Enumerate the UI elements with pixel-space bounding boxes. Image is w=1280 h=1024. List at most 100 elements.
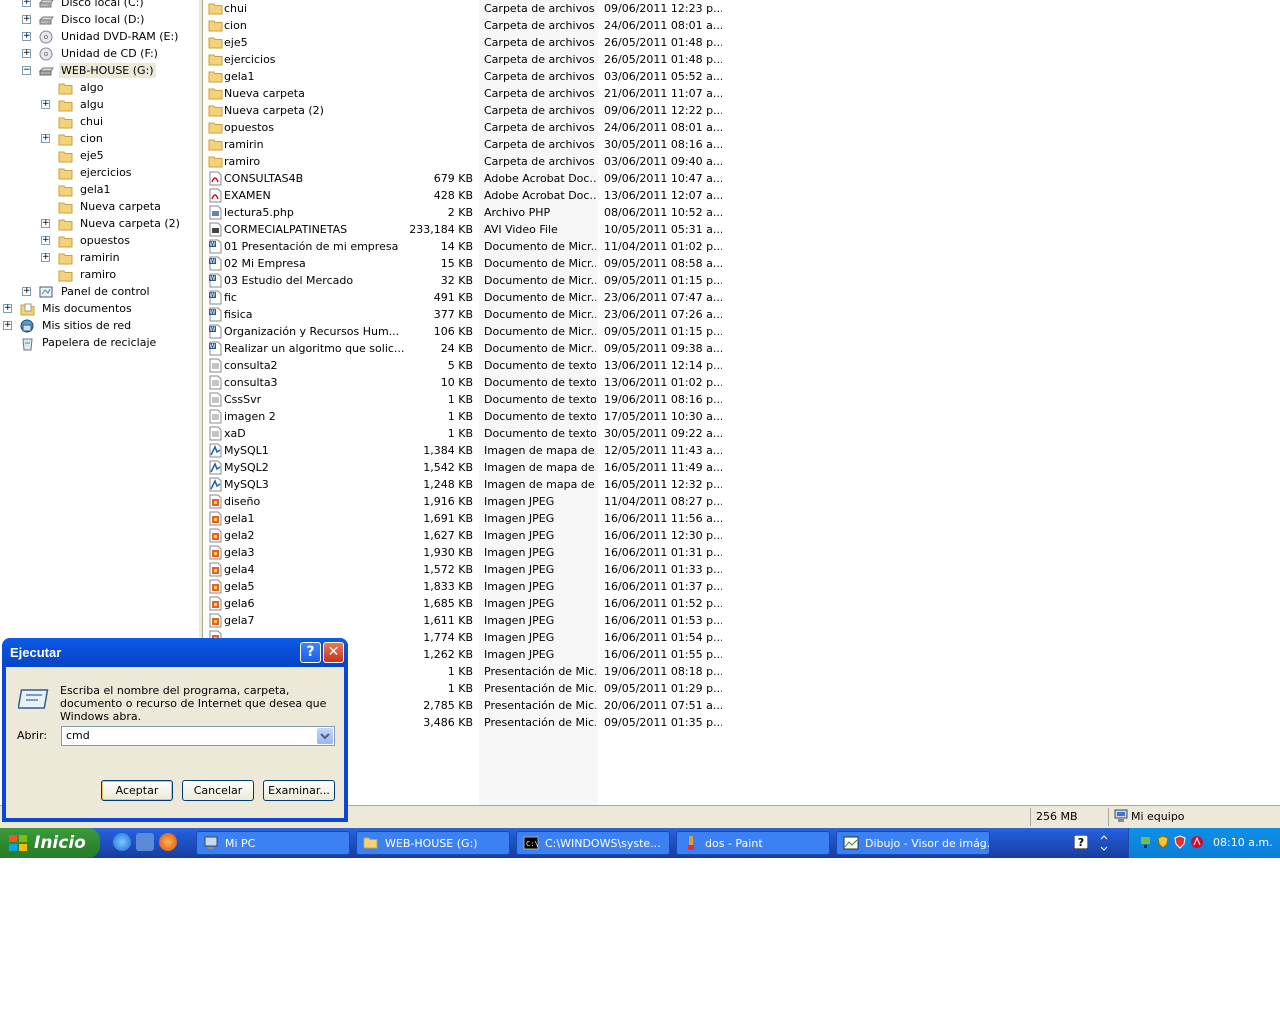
file-row[interactable]: ramirin Carpeta de archivos 30/05/2011 08:… bbox=[204, 136, 724, 153]
network-icon[interactable] bbox=[1139, 835, 1153, 849]
file-row[interactable]: Nueva carpeta Carpeta de archivos 21/06/20… bbox=[204, 85, 724, 102]
tree-item[interactable]: − WEB-HOUSE (G:) bbox=[22, 62, 156, 79]
taskbar-button[interactable]: Mi PC bbox=[196, 831, 350, 855]
file-row[interactable]: gela2 1,627 KB Imagen JPEG 16/06/2011 12:30… bbox=[204, 527, 724, 544]
file-row[interactable]: lectura5.php 2 KB Archivo PHP 08/06/2011 10… bbox=[204, 204, 724, 221]
file-row[interactable]: imagen 2 1 KB Documento de texto 17/05/2011… bbox=[204, 408, 724, 425]
help-button[interactable]: ? bbox=[300, 642, 321, 663]
file-row[interactable]: diseño 1,916 KB Imagen JPEG 11/04/2011 08:2… bbox=[204, 493, 724, 510]
tree-item[interactable]: gela1 bbox=[58, 181, 113, 198]
browse-button[interactable]: Examinar... bbox=[263, 780, 335, 801]
file-row[interactable]: xaD 1 KB Documento de texto 30/05/2011 09:2… bbox=[204, 425, 724, 442]
file-row[interactable]: W 01 Presentación de mi empresa 14 KB Docum… bbox=[204, 238, 724, 255]
expand-icon[interactable]: + bbox=[41, 219, 50, 228]
expand-icon[interactable]: + bbox=[41, 236, 50, 245]
tree-item[interactable]: + opuestos bbox=[41, 232, 132, 249]
expand-icon[interactable]: + bbox=[3, 321, 12, 330]
ok-button[interactable]: Aceptar bbox=[101, 780, 173, 801]
taskbar-button[interactable]: Dibujo - Visor de imág... bbox=[836, 831, 990, 855]
file-row[interactable]: gela4 1,572 KB Imagen JPEG 16/06/2011 01:33… bbox=[204, 561, 724, 578]
file-row[interactable]: W Organización y Recursos Hum... 106 KB Doc… bbox=[204, 323, 724, 340]
expand-icon[interactable]: + bbox=[22, 287, 31, 296]
file-row[interactable]: gela7 1,611 KB Imagen JPEG 16/06/2011 01:53… bbox=[204, 612, 724, 629]
expand-icon[interactable]: + bbox=[22, 32, 31, 41]
file-row[interactable]: ejercicios Carpeta de archivos 26/05/2011 … bbox=[204, 51, 724, 68]
tree-item[interactable]: + Mis sitios de red bbox=[3, 317, 133, 334]
file-row[interactable]: Wfic 491 KB Documento de Micr... 23/06/2011… bbox=[204, 289, 724, 306]
tree-item[interactable]: + Unidad de CD (F:) bbox=[22, 45, 160, 62]
file-row[interactable]: W 03 Estudio del Mercado 32 KB Documento de… bbox=[204, 272, 724, 289]
tree-item[interactable]: Papelera de reciclaje bbox=[20, 334, 158, 351]
file-row[interactable]: chui Carpeta de archivos 09/06/2011 12:23 … bbox=[204, 0, 724, 17]
tree-item[interactable]: + Nueva carpeta (2) bbox=[41, 215, 182, 232]
collapse-icon[interactable]: − bbox=[22, 66, 31, 75]
dropdown-button[interactable] bbox=[317, 728, 333, 744]
close-button[interactable]: ✕ bbox=[323, 642, 344, 663]
file-row[interactable]: MySQL1 1,384 KB Imagen de mapa de... 12/05/… bbox=[204, 442, 724, 459]
tree-item[interactable]: + ramirin bbox=[41, 249, 122, 266]
tree-item[interactable]: ejercicios bbox=[58, 164, 134, 181]
taskbar-button[interactable]: WEB-HOUSE (G:) bbox=[356, 831, 510, 855]
file-row[interactable]: MySQL2 1,542 KB Imagen de mapa de... 16/05/… bbox=[204, 459, 724, 476]
file-row[interactable]: EXAMEN 428 KB Adobe Acrobat Doc... 13/06/20… bbox=[204, 187, 724, 204]
expand-icon[interactable]: + bbox=[41, 100, 50, 109]
tree-item[interactable]: + Unidad DVD-RAM (E:) bbox=[22, 28, 180, 45]
cancel-button[interactable]: Cancelar bbox=[182, 780, 254, 801]
tree-item-label: Disco local (C:) bbox=[61, 0, 144, 9]
file-row[interactable]: gela3 1,930 KB Imagen JPEG 16/06/2011 01:31… bbox=[204, 544, 724, 561]
clock[interactable]: 08:10 a.m. bbox=[1213, 828, 1273, 858]
folder-icon bbox=[58, 149, 74, 163]
tree-item[interactable]: ramiro bbox=[58, 266, 118, 283]
scroll-chevron-icon[interactable] bbox=[1098, 833, 1110, 853]
file-row[interactable]: W 02 Mi Empresa 15 KB Documento de Micr... 0… bbox=[204, 255, 724, 272]
taskbar-button[interactable]: dos - Paint bbox=[676, 831, 830, 855]
dialog-title-bar[interactable]: Ejecutar ? ✕ bbox=[2, 638, 348, 667]
file-row[interactable]: gela1 1,691 KB Imagen JPEG 16/06/2011 11:56… bbox=[204, 510, 724, 527]
file-row[interactable]: gela6 1,685 KB Imagen JPEG 16/06/2011 01:52… bbox=[204, 595, 724, 612]
expand-icon[interactable]: + bbox=[22, 0, 31, 7]
file-row[interactable]: CONSULTAS4B 679 KB Adobe Acrobat Doc... 09/… bbox=[204, 170, 724, 187]
tree-item[interactable]: + cion bbox=[41, 130, 105, 147]
file-row[interactable]: Nueva carpeta (2) Carpeta de archivos 09/0… bbox=[204, 102, 724, 119]
file-row[interactable]: consulta2 5 KB Documento de texto 13/06/201… bbox=[204, 357, 724, 374]
file-row[interactable]: consulta3 10 KB Documento de texto 13/06/20… bbox=[204, 374, 724, 391]
tree-item[interactable]: + Disco local (D:) bbox=[22, 11, 146, 28]
taskbar-button[interactable]: C:\ C:\WINDOWS\syste... bbox=[516, 831, 670, 855]
tree-item[interactable]: chui bbox=[58, 113, 105, 130]
file-row[interactable]: gela1 Carpeta de archivos 03/06/2011 05:52… bbox=[204, 68, 724, 85]
expand-icon[interactable]: + bbox=[22, 15, 31, 24]
file-name: lectura5.php bbox=[224, 206, 294, 219]
internet-explorer-icon[interactable] bbox=[113, 833, 131, 851]
antivirus-icon[interactable] bbox=[1173, 835, 1187, 849]
file-row[interactable]: gela5 1,833 KB Imagen JPEG 16/06/2011 01:37… bbox=[204, 578, 724, 595]
expand-icon[interactable]: + bbox=[22, 49, 31, 58]
help-icon[interactable]: ? bbox=[1074, 835, 1088, 849]
show-desktop-icon[interactable] bbox=[136, 833, 154, 851]
start-button[interactable]: Inicio bbox=[0, 828, 100, 858]
acrobat-icon[interactable] bbox=[1190, 835, 1204, 849]
tree-item[interactable]: algo bbox=[58, 79, 106, 96]
file-row[interactable]: cion Carpeta de archivos 24/06/2011 08:01 … bbox=[204, 17, 724, 34]
expand-icon[interactable]: + bbox=[41, 134, 50, 143]
file-row[interactable]: W Realizar un algoritmo que solic... 24 KB… bbox=[204, 340, 724, 357]
open-combobox[interactable]: cmd bbox=[61, 726, 335, 746]
file-row[interactable]: ramiro Carpeta de archivos 03/06/2011 09:4… bbox=[204, 153, 724, 170]
file-name: chui bbox=[224, 2, 248, 15]
open-input[interactable]: cmd bbox=[66, 729, 90, 742]
tree-item[interactable]: eje5 bbox=[58, 147, 106, 164]
file-row[interactable]: eje5 Carpeta de archivos 26/05/2011 01:48 … bbox=[204, 34, 724, 51]
firefox-icon[interactable] bbox=[159, 833, 177, 851]
file-row[interactable]: Wfisica 377 KB Documento de Micr... 23/06/2… bbox=[204, 306, 724, 323]
tree-item[interactable]: + algu bbox=[41, 96, 106, 113]
expand-icon[interactable]: + bbox=[3, 304, 12, 313]
tree-item[interactable]: + Mis documentos bbox=[3, 300, 134, 317]
expand-icon[interactable]: + bbox=[41, 253, 50, 262]
file-row[interactable]: MySQL3 1,248 KB Imagen de mapa de... 16/05/… bbox=[204, 476, 724, 493]
tree-item[interactable]: + Panel de control bbox=[22, 283, 152, 300]
tree-item[interactable]: + Disco local (C:) bbox=[22, 0, 146, 11]
tree-item[interactable]: Nueva carpeta bbox=[58, 198, 163, 215]
file-row[interactable]: opuestos Carpeta de archivos 24/06/2011 08… bbox=[204, 119, 724, 136]
security-shield-icon[interactable] bbox=[1156, 835, 1170, 849]
file-row[interactable]: CORMECIALPATINETAS 233,184 KB AVI Video Fi… bbox=[204, 221, 724, 238]
file-row[interactable]: CssSvr 1 KB Documento de texto 19/06/2011 0… bbox=[204, 391, 724, 408]
